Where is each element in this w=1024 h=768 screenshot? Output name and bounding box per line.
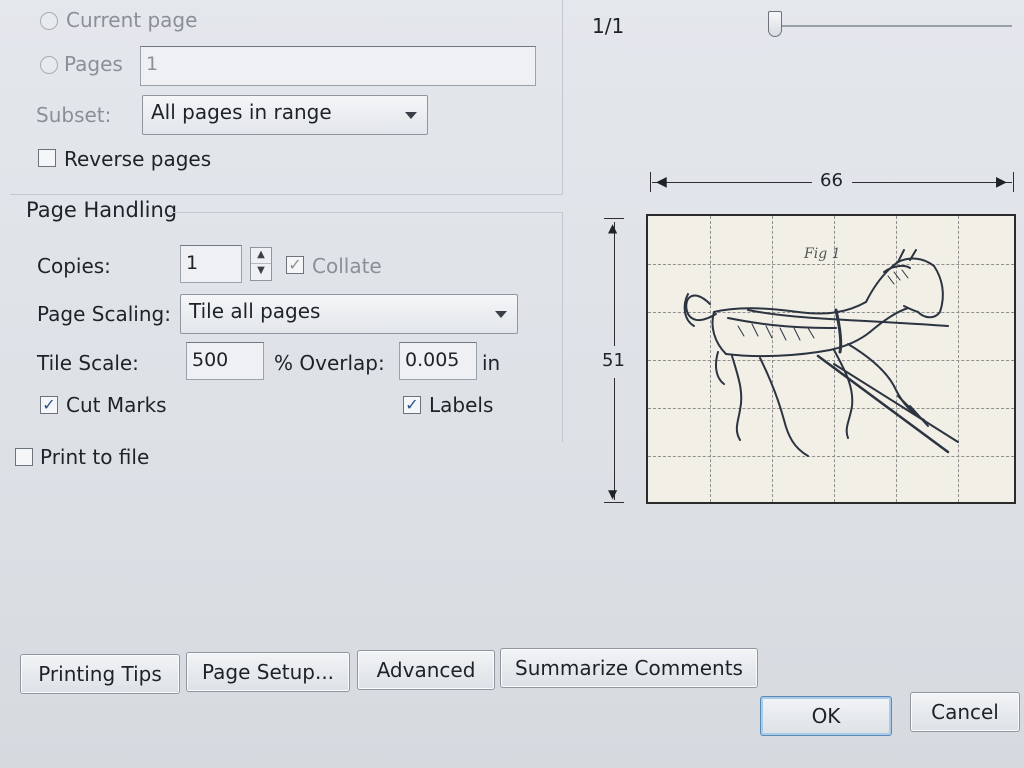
zoom-slider-track[interactable] [776, 25, 1012, 27]
height-dimension-line [614, 378, 615, 500]
height-dimension-line [614, 222, 615, 346]
page-setup-button[interactable]: Page Setup... [186, 652, 350, 692]
subset-value: All pages in range [151, 100, 332, 124]
overlap-label: % Overlap: [274, 351, 385, 375]
page-counter: 1/1 [592, 14, 625, 38]
pages-input[interactable]: 1 [140, 46, 536, 86]
width-dimension-line [652, 182, 812, 183]
overlap-input[interactable]: 0.005 [399, 342, 477, 380]
summarize-comments-button[interactable]: Summarize Comments [500, 648, 758, 688]
current-page-label: Current page [66, 8, 198, 32]
dimension-tick [604, 218, 624, 219]
labels-label: Labels [429, 393, 494, 417]
chevron-down-icon [405, 112, 417, 119]
arrow-up-icon: ▲ [608, 221, 618, 235]
page-scaling-label: Page Scaling: [37, 302, 171, 326]
printing-tips-button[interactable]: Printing Tips [20, 654, 180, 694]
cut-marks-checkbox[interactable]: ✓ [40, 396, 58, 414]
dimension-tick [604, 502, 624, 503]
page-scaling-value: Tile all pages [189, 299, 321, 323]
print-to-file-checkbox[interactable] [15, 448, 33, 466]
height-label: 51 [602, 350, 625, 371]
collate-label: Collate [312, 254, 382, 278]
reverse-pages-label: Reverse pages [64, 147, 212, 171]
pages-radio[interactable] [40, 56, 58, 74]
subset-label: Subset: [36, 103, 112, 127]
width-dimension-line [852, 182, 1012, 183]
copies-label: Copies: [37, 254, 111, 278]
arrow-down-icon: ▼ [608, 487, 618, 501]
zoom-slider-thumb[interactable] [768, 11, 782, 37]
print-dialog: Current page Pages 1 Subset: All pages i… [0, 0, 1024, 768]
cancel-button[interactable]: Cancel [910, 692, 1020, 732]
dimension-tick [650, 172, 651, 192]
divider [170, 212, 562, 213]
overlap-unit: in [482, 351, 501, 375]
horse-drawing-icon [683, 249, 959, 457]
copies-stepper[interactable]: ▲ ▼ [250, 247, 272, 281]
arrow-up-icon[interactable]: ▲ [251, 248, 271, 264]
current-page-radio[interactable] [40, 12, 58, 30]
labels-checkbox[interactable]: ✓ [403, 396, 421, 414]
divider [562, 0, 563, 194]
advanced-button[interactable]: Advanced [357, 650, 495, 690]
ok-button[interactable]: OK [760, 696, 892, 736]
divider [10, 194, 563, 195]
pages-label: Pages [64, 52, 123, 76]
page-handling-title: Page Handling [26, 198, 178, 222]
divider [562, 212, 563, 442]
dimension-tick [1013, 172, 1014, 192]
page-preview: Fig 1 [646, 214, 1016, 504]
page-scaling-select[interactable]: Tile all pages [180, 294, 518, 334]
arrow-right-icon: ▶ [996, 174, 1007, 190]
copies-input[interactable]: 1 [180, 245, 242, 283]
tile-scale-input[interactable]: 500 [186, 342, 264, 380]
print-to-file-label: Print to file [40, 445, 150, 469]
collate-checkbox[interactable]: ✓ [286, 256, 304, 274]
subset-select[interactable]: All pages in range [142, 95, 428, 135]
cut-marks-label: Cut Marks [66, 393, 167, 417]
arrow-left-icon: ◀ [656, 174, 667, 190]
tile-scale-label: Tile Scale: [37, 351, 139, 375]
reverse-pages-checkbox[interactable] [38, 149, 56, 167]
arrow-down-icon[interactable]: ▼ [251, 264, 271, 280]
chevron-down-icon [495, 311, 507, 318]
width-label: 66 [820, 170, 843, 191]
